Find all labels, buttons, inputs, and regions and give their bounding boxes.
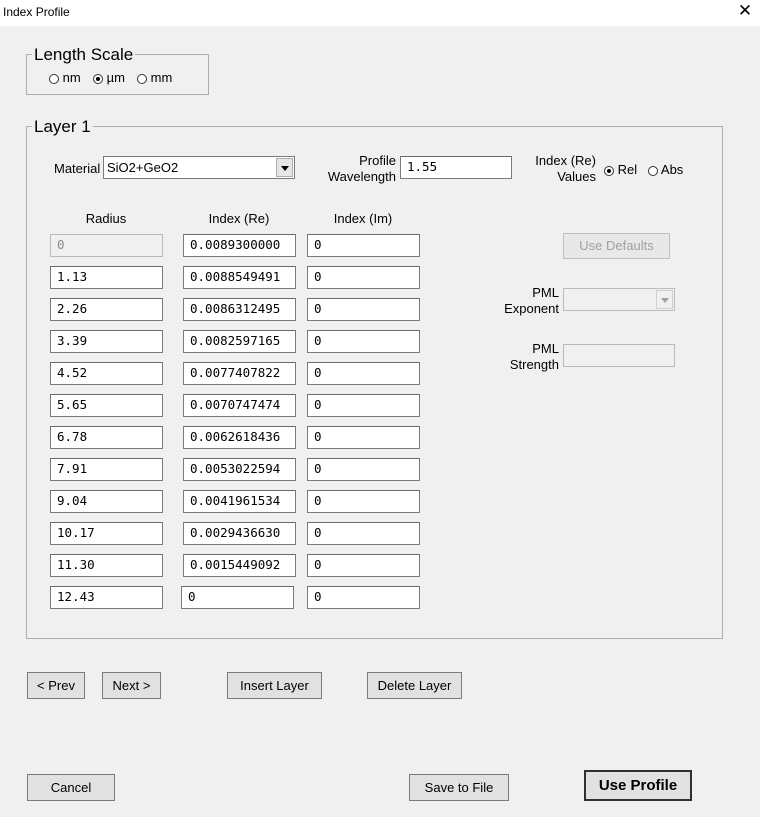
material-value: SiO2+GeO2 [107,160,179,175]
wavelength-label-line2: Wavelength [327,169,396,184]
radio-um-label: µm [106,70,125,85]
radio-mm-label: mm [150,70,173,85]
title-bar: Index Profile ✕ [0,0,760,26]
index-im-input[interactable]: 0 [307,394,420,417]
radius-input[interactable]: 4.52 [50,362,163,385]
index-im-input[interactable]: 0 [307,554,420,577]
window-title: Index Profile [3,5,70,19]
prev-button[interactable]: < Prev [27,672,85,699]
chevron-down-icon[interactable] [276,158,293,177]
index-im-input[interactable]: 0 [307,458,420,481]
pml-strength-input[interactable] [563,344,675,367]
radio-rel-label: Rel [617,162,638,177]
radio-rel-indicator[interactable] [604,165,614,176]
index-im-input[interactable]: 0 [307,266,420,289]
radius-input[interactable]: 11.30 [50,554,163,577]
pml-exponent-label: PML Exponent [490,285,559,317]
radio-nm-indicator[interactable] [49,73,59,84]
radio-um-indicator[interactable] [93,73,103,84]
close-icon[interactable]: ✕ [736,1,754,21]
length-scale-legend-text: Length Scale [32,45,136,65]
radio-abs-indicator[interactable] [648,165,658,176]
index-re-input[interactable]: 0.0070747474 [183,394,296,417]
radio-mm-indicator[interactable] [137,73,147,84]
cancel-button[interactable]: Cancel [27,774,115,801]
index-re-input[interactable]: 0.0086312495 [183,298,296,321]
use-profile-button[interactable]: Use Profile [584,770,692,801]
radio-abs[interactable]: Abs [648,162,683,177]
pml-strength-label-line1: PML [532,341,559,356]
pml-strength-label: PML Strength [490,341,559,373]
index-re-input[interactable]: 0.0082597165 [183,330,296,353]
radius-input[interactable]: 10.17 [50,522,163,545]
header-index-re: Index (Re) [208,211,270,226]
radius-input[interactable]: 6.78 [50,426,163,449]
pml-exponent-label-line2: Exponent [504,301,559,316]
index-im-input[interactable]: 0 [307,490,420,513]
index-re-input[interactable]: 0.0089300000 [183,234,296,257]
chevron-down-icon[interactable] [656,290,673,309]
index-im-input[interactable]: 0 [307,298,420,321]
pml-exponent-select[interactable] [563,288,675,311]
material-label: Material [54,161,101,176]
radius-input: 0 [50,234,163,257]
radio-abs-label: Abs [660,162,684,177]
radio-mm[interactable]: mm [137,70,172,85]
index-im-input[interactable]: 0 [307,330,420,353]
pml-strength-label-line2: Strength [509,357,559,372]
radius-input[interactable]: 3.39 [50,330,163,353]
index-values-label-line2: Values [557,169,596,184]
index-re-input[interactable]: 0.0053022594 [183,458,296,481]
radio-rel[interactable]: Rel [604,162,637,177]
index-re-input[interactable]: 0.0077407822 [183,362,296,385]
radio-nm-label: nm [62,70,81,85]
index-im-input[interactable]: 0 [307,234,420,257]
wavelength-label: Profile Wavelength [322,153,396,185]
index-im-input[interactable]: 0 [307,522,420,545]
radio-nm[interactable]: nm [49,70,81,85]
radius-input[interactable]: 2.26 [50,298,163,321]
header-radius: Radius [85,211,127,226]
index-re-input[interactable]: 0.0015449092 [183,554,296,577]
next-button[interactable]: Next > [102,672,161,699]
radius-input[interactable]: 9.04 [50,490,163,513]
index-re-input[interactable]: 0.0029436630 [183,522,296,545]
radius-input[interactable]: 5.65 [50,394,163,417]
wavelength-label-line1: Profile [359,153,396,168]
index-values-label-line1: Index (Re) [535,153,596,168]
index-re-input[interactable]: 0.0088549491 [183,266,296,289]
wavelength-input[interactable]: 1.55 [400,156,512,179]
radius-input[interactable]: 12.43 [50,586,163,609]
index-re-input[interactable]: 0 [181,586,294,609]
index-im-input[interactable]: 0 [307,426,420,449]
material-select[interactable]: SiO2+GeO2 [103,156,295,179]
header-index-im: Index (Im) [333,211,393,226]
index-re-input[interactable]: 0.0041961534 [183,490,296,513]
save-to-file-button[interactable]: Save to File [409,774,509,801]
insert-layer-button[interactable]: Insert Layer [227,672,322,699]
radius-input[interactable]: 1.13 [50,266,163,289]
radio-um[interactable]: µm [93,70,125,85]
layer-legend: Layer 1 [32,117,93,137]
delete-layer-button[interactable]: Delete Layer [367,672,462,699]
index-im-input[interactable]: 0 [307,586,420,609]
index-re-input[interactable]: 0.0062618436 [183,426,296,449]
index-im-input[interactable]: 0 [307,362,420,385]
use-defaults-button[interactable]: Use Defaults [563,233,670,259]
index-values-label: Index (Re) Values [528,153,596,185]
radius-input[interactable]: 7.91 [50,458,163,481]
pml-exponent-label-line1: PML [532,285,559,300]
